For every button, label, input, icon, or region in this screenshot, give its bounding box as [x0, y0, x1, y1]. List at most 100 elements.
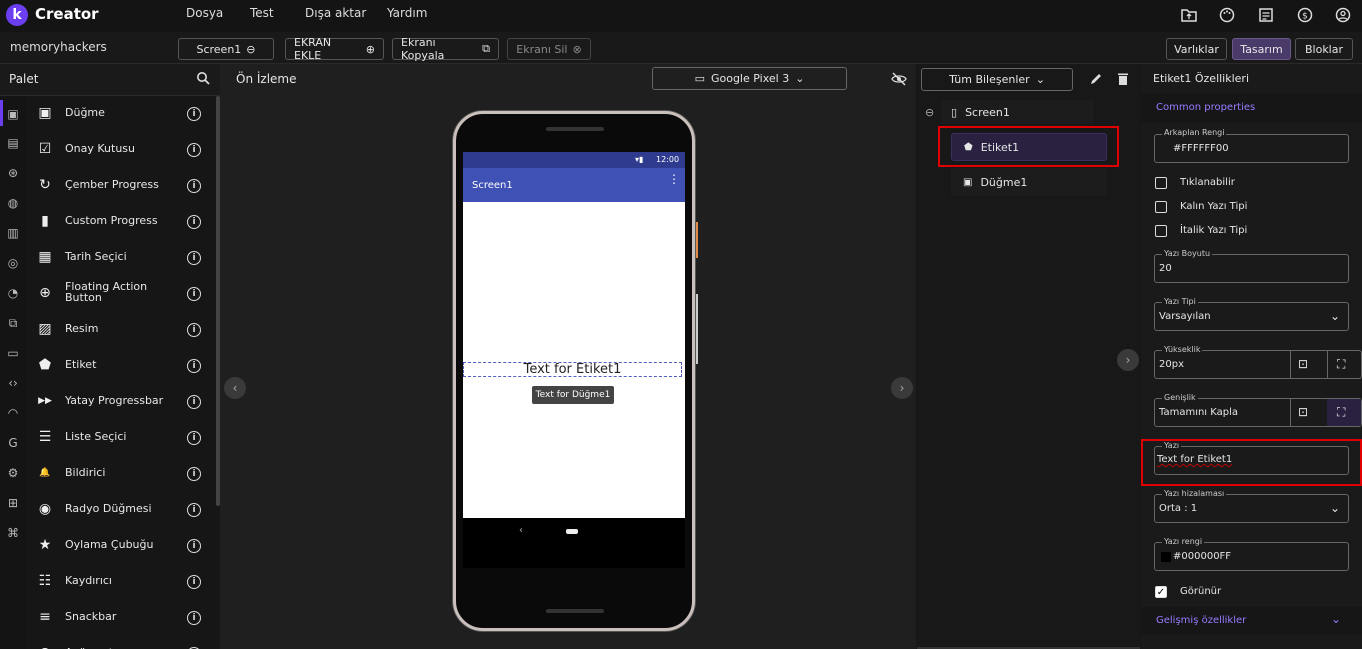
extension-icon[interactable]: ⌘	[5, 525, 21, 541]
component-filter[interactable]: Tüm Bileşenler ⌄	[921, 68, 1073, 91]
palette-item[interactable]: 🔔 Bildirici i	[26, 456, 216, 492]
info-icon[interactable]: i	[187, 611, 201, 625]
palette-item[interactable]: ★ Oylama Çubuğu i	[26, 528, 216, 564]
connectivity-icon[interactable]: ▭	[5, 345, 21, 361]
font-type-select[interactable]: Varsayılan ⌄	[1154, 302, 1349, 331]
info-icon[interactable]: i	[187, 503, 201, 517]
palette-item[interactable]: ▨ Resim i	[26, 312, 216, 348]
bg-color-field[interactable]: #FFFFFF00	[1154, 134, 1349, 163]
google-icon[interactable]: G	[5, 435, 21, 451]
info-icon[interactable]: i	[187, 251, 201, 265]
info-icon[interactable]: i	[187, 107, 201, 121]
fit-screen-icon[interactable]: ⊡	[1298, 405, 1308, 419]
code-icon[interactable]: ‹›	[5, 375, 21, 391]
info-icon[interactable]: i	[187, 467, 201, 481]
tab-blocks[interactable]: Bloklar	[1295, 38, 1353, 60]
tab-assets[interactable]: Varlıklar	[1166, 38, 1227, 60]
properties-toggle-button[interactable]: ›	[1117, 349, 1139, 371]
preview-prev-button[interactable]: ‹	[224, 377, 246, 399]
preview-label-etiket1[interactable]: Text for Etiket1	[463, 362, 682, 377]
collapse-icon[interactable]: ⊖	[925, 106, 934, 119]
info-icon[interactable]: i	[187, 323, 201, 337]
fullscreen-icon[interactable]: ⛶	[1337, 405, 1345, 420]
menu-test[interactable]: Test	[250, 6, 274, 20]
dollar-icon[interactable]: $	[1296, 6, 1314, 24]
info-icon[interactable]: i	[187, 143, 201, 157]
rss-icon[interactable]: ◠	[5, 405, 21, 421]
font-size-field[interactable]: 20	[1154, 254, 1349, 283]
widgets-icon[interactable]: ⊞	[5, 495, 21, 511]
info-icon[interactable]: i	[187, 395, 201, 409]
sensor-icon[interactable]: ◎	[5, 255, 21, 271]
more-vert-icon[interactable]: ⋮	[668, 173, 680, 185]
text-color-field[interactable]: #000000FF	[1154, 542, 1349, 571]
info-icon[interactable]: i	[187, 359, 201, 373]
common-properties-header[interactable]: Common properties	[1141, 94, 1362, 122]
info-icon[interactable]: i	[187, 575, 201, 589]
menu-file[interactable]: Dosya	[186, 6, 223, 20]
tab-design[interactable]: Tasarım	[1232, 38, 1291, 60]
delete-icon[interactable]	[1117, 72, 1129, 89]
back-icon[interactable]: ‹	[519, 525, 523, 536]
width-field[interactable]: Tamamını Kapla ⊡ ⛶	[1154, 398, 1362, 427]
palette-item[interactable]: ▣ Düğme i	[26, 96, 216, 132]
info-icon[interactable]: i	[187, 215, 201, 229]
palette-item[interactable]: ≡ Snackbar i	[26, 600, 216, 636]
clickable-checkbox[interactable]	[1155, 177, 1167, 189]
fullscreen-icon[interactable]: ⛶	[1337, 357, 1345, 372]
map-icon[interactable]: ▥	[5, 225, 21, 241]
folder-upload-icon[interactable]	[1180, 6, 1198, 24]
palette-icon[interactable]	[1218, 6, 1236, 24]
info-icon[interactable]: i	[187, 431, 201, 445]
ui-components-icon[interactable]: ▣	[5, 106, 21, 122]
screen-select[interactable]: Screen1 ⊖	[178, 38, 274, 60]
social-icon[interactable]: ◔	[5, 285, 21, 301]
app-logo[interactable]: k	[6, 4, 28, 26]
copy-screen-button[interactable]: Ekranı Kopyala ⧉	[392, 36, 499, 62]
preview-next-button[interactable]: ›	[891, 377, 913, 399]
search-icon[interactable]	[196, 71, 210, 88]
home-icon[interactable]	[566, 529, 578, 534]
tree-item-screen1[interactable]: ▯ Screen1	[941, 100, 1094, 124]
palette-item[interactable]: ▦ Tarih Seçici i	[26, 240, 216, 276]
palette-item-label-line: Tarih Seçici	[65, 250, 127, 263]
account-icon[interactable]	[1334, 6, 1352, 24]
tree-item-etiket1[interactable]: ⬟ Etiket1	[951, 133, 1107, 161]
palette-item[interactable]: ▮ Custom Progress i	[26, 204, 216, 240]
add-screen-button[interactable]: EKRAN EKLE ⊕	[285, 36, 384, 62]
visibility-off-icon[interactable]	[891, 71, 907, 90]
preview-button-dugme1[interactable]: Text for Düğme1	[532, 386, 614, 404]
bold-checkbox[interactable]	[1155, 201, 1167, 213]
delete-screen-button[interactable]: Ekranı Sil ⊗	[507, 38, 591, 60]
menu-export[interactable]: Dışa aktar	[305, 6, 366, 20]
fit-screen-icon[interactable]: ⊡	[1298, 357, 1308, 371]
tree-item-dugme1[interactable]: ▣ Düğme1	[951, 168, 1107, 196]
device-select[interactable]: ▭ Google Pixel 3 ⌄	[652, 67, 847, 90]
media-icon[interactable]: ⊛	[5, 165, 21, 181]
edit-icon[interactable]	[1089, 72, 1103, 89]
palette-item[interactable]: ●Aç/kapati	[26, 636, 216, 649]
text-align-select[interactable]: Orta : 1 ⌄	[1154, 494, 1349, 523]
storage-icon[interactable]: ⧉	[5, 315, 21, 331]
height-field[interactable]: 20px ⊡ ⛶	[1154, 350, 1362, 379]
drawing-icon[interactable]: ◍	[5, 195, 21, 211]
palette-item[interactable]: ☷ Kaydırıcı i	[26, 564, 216, 600]
settings-icon[interactable]: ⚙	[5, 465, 21, 481]
info-icon[interactable]: i	[187, 179, 201, 193]
italic-checkbox[interactable]	[1155, 225, 1167, 237]
palette-item[interactable]: ◉ Radyo Düğmesi i	[26, 492, 216, 528]
palette-item[interactable]: ↻ Çember Progress i	[26, 168, 216, 204]
layout-icon[interactable]: ▤	[5, 135, 21, 151]
palette-item[interactable]: ▶▶ Yatay Progressbar i	[26, 384, 216, 420]
menu-help[interactable]: Yardım	[387, 6, 427, 20]
palette-item[interactable]: ☰ Liste Seçici i	[26, 420, 216, 456]
info-icon[interactable]: i	[187, 539, 201, 553]
advanced-properties-header[interactable]: Gelişmiş özellikler ⌄	[1141, 607, 1362, 635]
list-icon[interactable]	[1257, 6, 1275, 24]
text-field[interactable]: Text for Etiket1	[1154, 446, 1349, 475]
info-icon[interactable]: i	[187, 287, 201, 301]
palette-item[interactable]: ⬟ Etiket i	[26, 348, 216, 384]
palette-item[interactable]: ☑ Onay Kutusu i	[26, 132, 216, 168]
visible-checkbox[interactable]: ✓	[1155, 586, 1167, 598]
palette-item[interactable]: ⊕ Floating Action Button i	[26, 276, 216, 312]
